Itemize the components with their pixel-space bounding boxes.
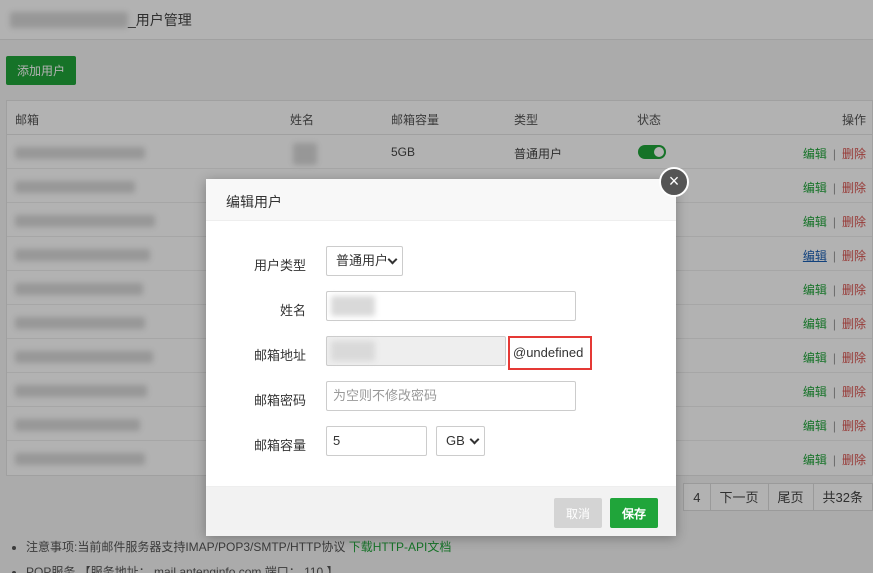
quota-label: 邮箱容量 xyxy=(253,438,306,453)
blurred-email-value xyxy=(331,341,375,361)
email-input[interactable] xyxy=(326,336,506,366)
cancel-button[interactable]: 取消 xyxy=(554,498,602,528)
name-label: 姓名 xyxy=(279,303,306,318)
email-domain-suffix: @undefined xyxy=(508,336,592,370)
quota-input[interactable]: 5 xyxy=(326,426,427,456)
close-icon[interactable]: × xyxy=(659,167,689,197)
chevron-down-icon xyxy=(387,254,398,265)
user-type-label: 用户类型 xyxy=(253,258,306,273)
quota-unit-select[interactable]: GB xyxy=(436,426,485,456)
user-type-select[interactable]: 普通用户 xyxy=(326,246,403,276)
dialog-footer: 取消 保存 xyxy=(206,486,676,536)
blurred-name-value xyxy=(331,296,375,316)
dialog-title: 编辑用户 xyxy=(226,194,282,210)
user-type-value: 普通用户 xyxy=(336,253,389,268)
password-input[interactable]: 为空则不修改密码 xyxy=(326,381,576,411)
name-input[interactable] xyxy=(326,291,576,321)
dialog-header: 编辑用户 xyxy=(206,179,676,221)
quota-unit-value: GB xyxy=(446,433,465,448)
save-button[interactable]: 保存 xyxy=(610,498,658,528)
edit-user-dialog: 编辑用户 用户类型 普通用户 姓名 邮箱地址 @undefined 邮箱密码 为… xyxy=(206,179,676,536)
chevron-down-icon xyxy=(469,434,480,445)
email-label: 邮箱地址 xyxy=(253,348,306,363)
password-label: 邮箱密码 xyxy=(253,393,306,408)
